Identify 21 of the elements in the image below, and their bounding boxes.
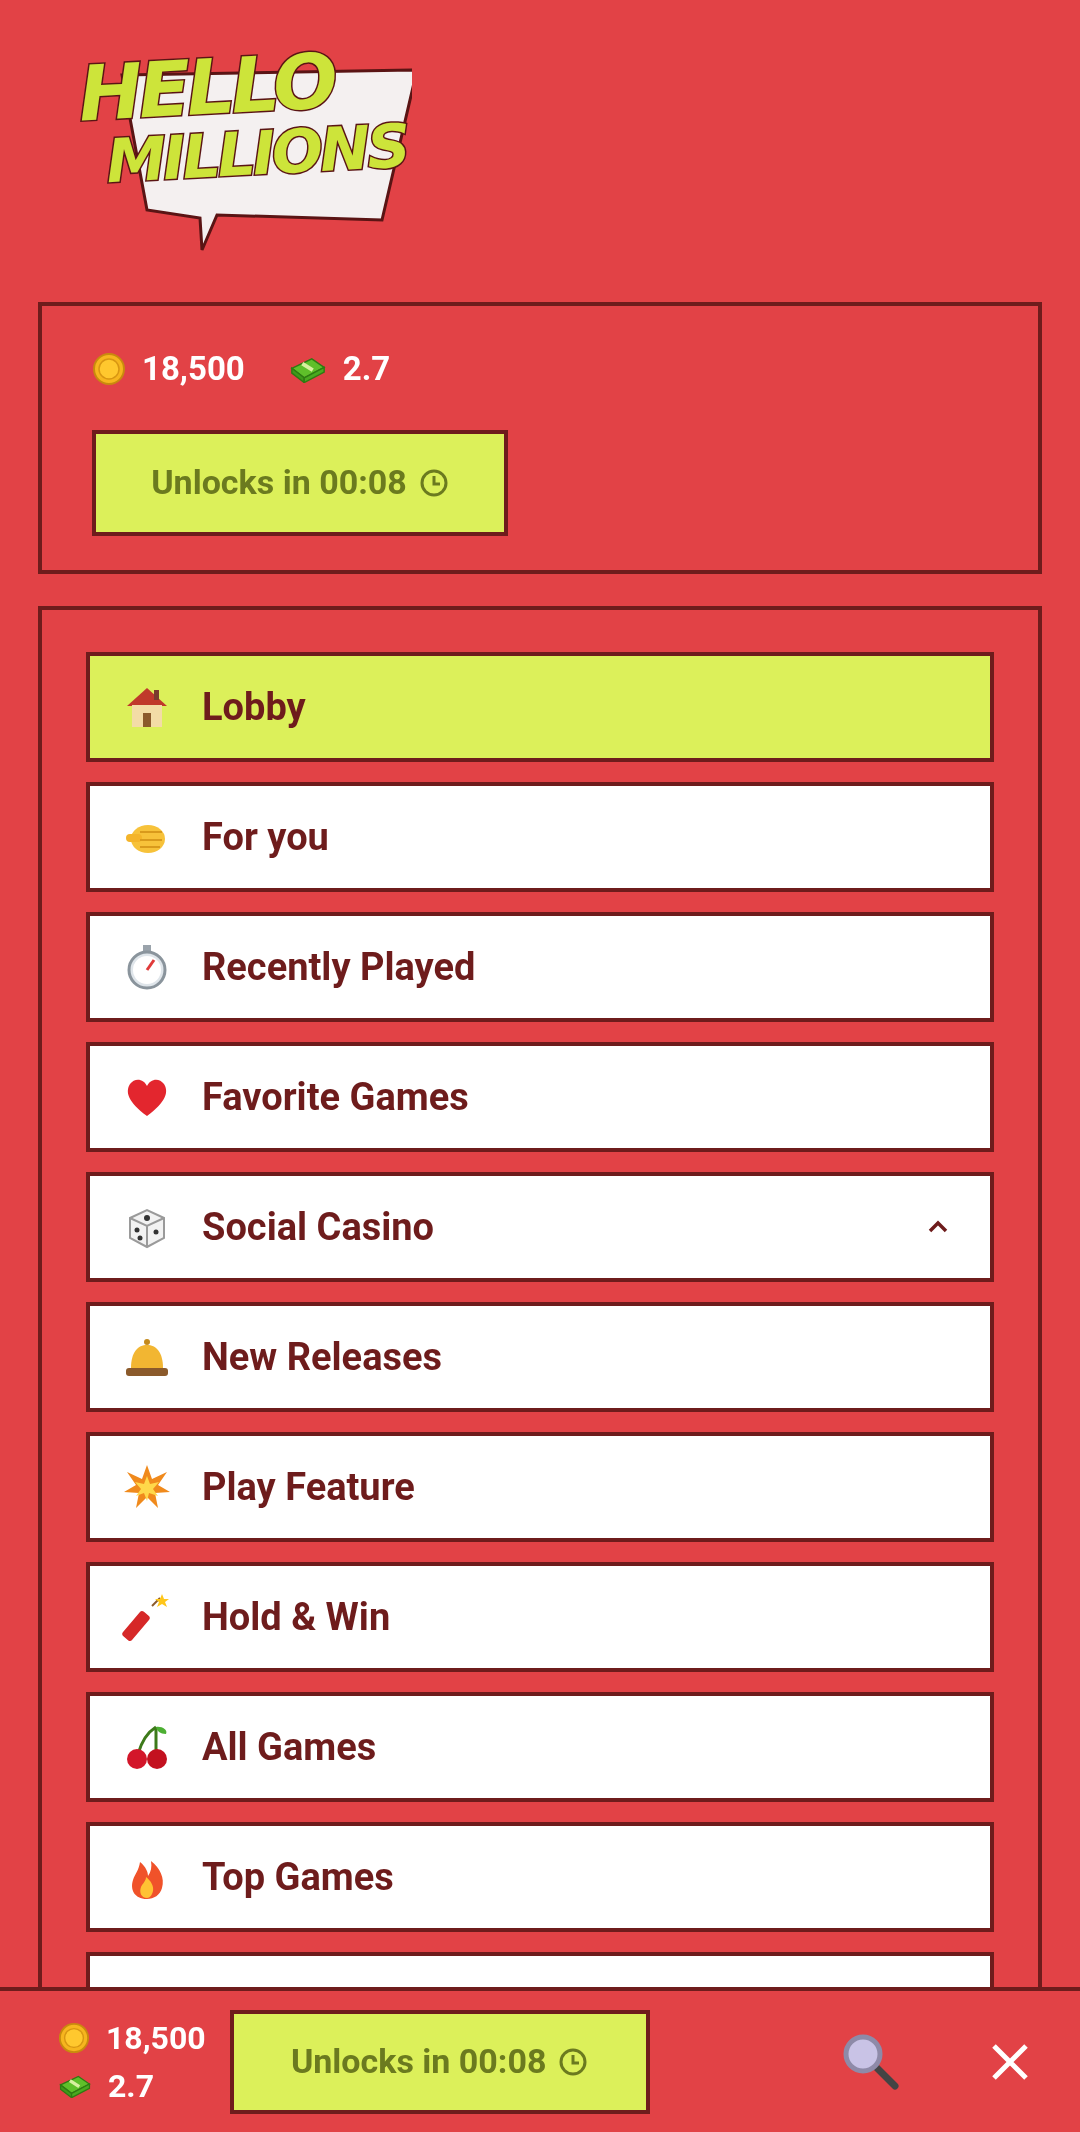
menu-item[interactable]: New Releases bbox=[86, 1302, 994, 1412]
cash-balance: 2.7 bbox=[108, 2065, 154, 2107]
clock-icon bbox=[418, 467, 449, 498]
menu-item[interactable]: Social Casino bbox=[86, 1172, 994, 1282]
menu-item[interactable]: Top Games bbox=[86, 1822, 994, 1932]
coin-balance: 18,500 bbox=[106, 2017, 206, 2059]
menu-item[interactable]: Lobby bbox=[86, 652, 994, 762]
coin-balance: 18,500 bbox=[142, 348, 245, 390]
menu-item[interactable]: Favorite Games bbox=[86, 1042, 994, 1152]
menu-item[interactable]: All Games bbox=[86, 1692, 994, 1802]
menu-item[interactable]: For you bbox=[86, 782, 994, 892]
menu-item[interactable]: Play Feature bbox=[86, 1432, 994, 1542]
coin-icon bbox=[92, 351, 126, 386]
clock-icon bbox=[558, 2046, 589, 2077]
close-icon bbox=[990, 2041, 1030, 2082]
unlock-button[interactable]: Unlocks in 00:08 bbox=[92, 429, 508, 536]
unlock-button[interactable]: Unlocks in 00:08 bbox=[229, 2009, 650, 2114]
menu-item[interactable]: Recently Played bbox=[86, 912, 994, 1022]
menu-item[interactable]: Hold & Win bbox=[86, 1562, 994, 1672]
cash-balance: 2.7 bbox=[342, 348, 391, 390]
coin-icon bbox=[58, 2021, 90, 2054]
